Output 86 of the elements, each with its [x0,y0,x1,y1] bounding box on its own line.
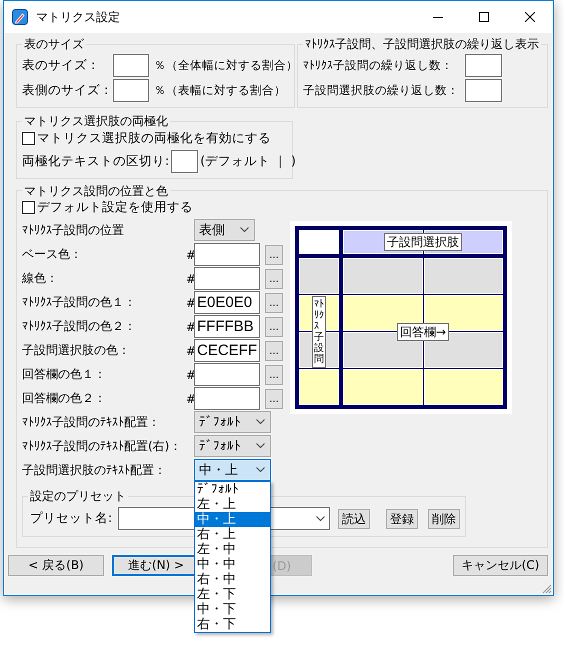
preset-button[interactable]: 読込 [338,508,370,528]
preset-button[interactable]: 削除 [428,508,460,528]
browse-button[interactable]: ... [265,268,283,288]
checkbox[interactable]: デフォルト設定を使用する [22,198,193,216]
color-field[interactable] [194,363,260,386]
field-label: 表側のサイズ： [22,82,108,99]
field-label: 表のサイズ： [22,57,101,74]
browse-button[interactable]: ... [265,340,283,360]
group-title: 表のサイズ [23,37,85,51]
pencil-icon [12,9,28,25]
color-field[interactable] [194,267,260,290]
dropdown-option[interactable]: 右・下 [195,617,270,632]
checkbox[interactable]: マトリクス選択肢の両極化を有効にする [22,129,271,147]
dialog-button[interactable]: < 戻る(B) [8,555,104,576]
group-title: 設定のプリセット [29,489,127,503]
preview-cell [299,369,339,405]
group-title: マトリクス選択肢の両極化 [23,114,169,128]
caret-icon [316,516,325,522]
hash-label: # [186,344,194,358]
dialog-button[interactable]: キャンセル(C) [453,555,548,576]
group-title: マトリクス設問の位置と色 [23,184,169,198]
field-label: ﾏﾄﾘｸｽ子設問の位置 [22,222,125,238]
field-label: 子設問選択肢の繰り返し数： [303,83,460,98]
field-hint: (デフォルト ｜ ) [200,152,296,170]
color-field[interactable]: FFFFBB [194,315,260,338]
field-label: ベース色： [22,246,83,263]
field-label: ﾏﾄﾘｸｽ子設問のﾃｷｽﾄ配置： [22,414,161,430]
color-field[interactable] [194,243,260,266]
field-label: 回答欄の色２： [22,390,107,407]
count-field[interactable] [465,79,502,102]
close-icon[interactable] [525,12,535,22]
hash-label: # [186,368,194,382]
field-label: プリセット名: [30,510,112,527]
size-field[interactable] [113,54,149,77]
field-hint: ％（全体幅に対する割合） [154,58,298,73]
count-field[interactable] [465,54,502,77]
separator-field[interactable] [171,150,198,172]
resize-grip-icon[interactable] [542,584,552,594]
dropdown[interactable]: 中・上 [194,459,271,481]
dropdown-option[interactable]: ﾃﾞﾌｫﾙﾄ [195,482,270,497]
dropdown-option[interactable]: 右・上 [195,527,270,542]
browse-button[interactable]: ... [265,388,283,408]
hash-label: # [186,248,194,262]
answer-label: 回答欄→ [396,322,450,340]
size-field[interactable] [113,79,149,102]
hash-label: # [186,320,194,334]
field-label: 子設問選択肢の色： [22,342,131,359]
color-field[interactable] [194,387,260,410]
browse-button[interactable]: ... [265,316,283,336]
dropdown-option[interactable]: 左・下 [195,587,270,602]
hash-label: # [186,296,194,310]
hash-label: # [186,272,194,286]
preview-cell [299,258,339,294]
maximize-icon[interactable] [479,12,489,22]
preset-button[interactable]: 登録 [386,508,418,528]
field-label: 回答欄の色１： [22,366,107,383]
field-label: ﾏﾄﾘｸｽ子設問の色１： [22,294,137,311]
field-hint: ％（表幅に対する割合） [154,83,287,98]
caret-icon [256,467,265,473]
browse-button[interactable]: ... [265,244,283,264]
field-label: 両極化テキストの区切り: [22,152,170,170]
dropdown[interactable]: 表側 [194,219,255,241]
field-label: ﾏﾄﾘｸｽ子設問の色２： [22,318,137,335]
dropdown-option[interactable]: 左・中 [195,542,270,557]
field-label: 線色： [22,270,59,287]
color-field[interactable]: CECEFF [194,339,260,362]
preview-cell [299,230,339,254]
group-title: ﾏﾄﾘｸｽ子設問、子設問選択肢の繰り返し表示 [304,37,540,51]
dropdown-option[interactable]: 中・上 [195,512,270,527]
field-label: ﾏﾄﾘｸｽ子設問の繰り返し数： [303,58,454,73]
row-header-label: ﾏﾄﾘｸｽ子設問 [312,296,326,368]
dropdown-option[interactable]: 左・上 [195,497,270,512]
window-title: マトリクス設定 [36,8,120,26]
field-label: ﾏﾄﾘｸｽ子設問のﾃｷｽﾄ配置(右)： [22,438,182,454]
dropdown[interactable]: ﾃﾞﾌｫﾙﾄ [194,435,271,457]
caret-icon [256,419,265,425]
caret-icon [256,443,265,449]
dropdown[interactable]: ﾃﾞﾌｫﾙﾄ [194,411,271,433]
column-header-label: 子設問選択肢 [384,233,462,251]
browse-button[interactable]: ... [265,364,283,384]
color-field[interactable]: E0E0E0 [194,291,260,314]
dropdown-option[interactable]: 中・下 [195,602,270,617]
hash-label: # [186,392,194,406]
browse-button[interactable]: ... [265,292,283,312]
caret-icon [240,227,249,233]
field-label: 子設問選択肢のﾃｷｽﾄ配置： [22,462,167,478]
